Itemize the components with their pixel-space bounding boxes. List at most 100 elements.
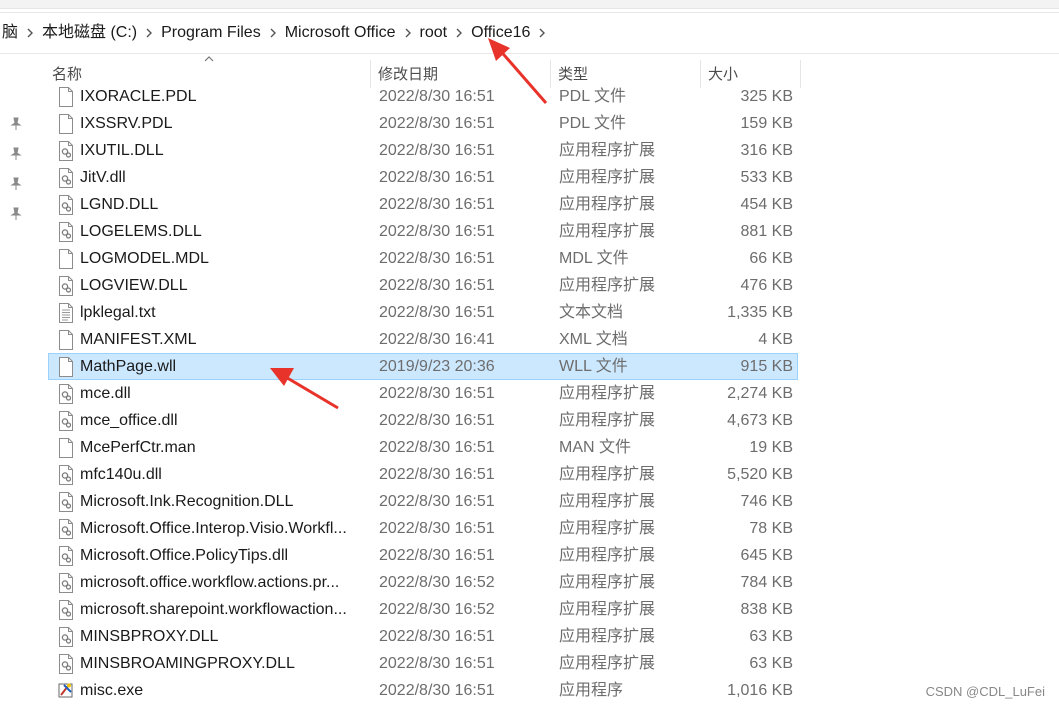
breadcrumb-root[interactable]: root [417,19,451,47]
file-name[interactable]: microsoft.sharepoint.workflowaction... [80,597,365,622]
dll-file-icon [59,384,73,404]
file-date: 2022/8/30 16:51 [379,547,495,564]
chevron-right-icon[interactable] [21,19,39,47]
file-name[interactable]: microsoft.office.workflow.actions.pr... [80,570,365,595]
file-row[interactable]: lpklegal.txt 2022/8/30 16:51 文本文档 1,335 KB [48,299,798,326]
file-row[interactable]: MINSBROAMINGPROXY.DLL 2022/8/30 16:51 应用程序… [48,650,798,677]
file-name[interactable]: MathPage.wll [80,354,365,379]
breadcrumb-microsoft-office[interactable]: Microsoft Office [282,19,399,47]
file-size: 1,016 KB [727,682,793,699]
watermark: CSDN @CDL_LuFei [925,684,1045,699]
pin-icon[interactable] [9,207,23,221]
file-name[interactable]: Microsoft.Ink.Recognition.DLL [80,489,365,514]
file-row[interactable]: LOGVIEW.DLL 2022/8/30 16:51 应用程序扩展 476 KB [48,272,798,299]
file-name[interactable]: JitV.dll [80,165,365,190]
file-row[interactable]: MANIFEST.XML 2022/8/30 16:41 XML 文档 4 KB [48,326,798,353]
generic-file-icon [59,114,73,134]
address-bar[interactable]: 脑 本地磁盘 (C:) Program Files Microsoft Offi… [0,12,1059,54]
file-name[interactable]: IXORACLE.PDL [80,84,365,109]
file-row[interactable]: Microsoft.Office.PolicyTips.dll 2022/8/30… [48,542,798,569]
file-row[interactable]: mfc140u.dll 2022/8/30 16:51 应用程序扩展 5,520 KB [48,461,798,488]
file-name[interactable]: IXSSRV.PDL [80,111,365,136]
file-date: 2022/8/30 16:51 [379,196,495,213]
file-row[interactable]: IXUTIL.DLL 2022/8/30 16:51 应用程序扩展 316 KB [48,137,798,164]
pin-icon[interactable] [9,117,23,131]
pin-icon[interactable] [9,147,23,161]
dll-file-icon [59,492,73,512]
chevron-right-icon[interactable] [140,19,158,47]
file-date: 2022/8/30 16:52 [379,574,495,591]
chevron-right-icon[interactable] [533,19,551,47]
file-row[interactable]: IXORACLE.PDL 2022/8/30 16:51 PDL 文件 325 KB [48,83,798,110]
generic-file-icon [59,249,73,269]
file-name[interactable]: LGND.DLL [80,192,365,217]
file-date: 2022/8/30 16:51 [379,88,495,105]
file-row[interactable]: microsoft.sharepoint.workflowaction... 20… [48,596,798,623]
file-name[interactable]: MINSBROAMINGPROXY.DLL [80,651,365,676]
pin-icon[interactable] [9,177,23,191]
file-name[interactable]: IXUTIL.DLL [80,138,365,163]
chevron-right-icon[interactable] [264,19,282,47]
file-row[interactable]: LOGMODEL.MDL 2022/8/30 16:51 MDL 文件 66 KB [48,245,798,272]
file-name[interactable]: misc.exe [80,678,365,703]
chevron-right-icon[interactable] [399,19,417,47]
file-name[interactable]: MINSBPROXY.DLL [80,624,365,649]
file-name[interactable]: lpklegal.txt [80,300,365,325]
file-row[interactable]: misc.exe 2022/8/30 16:51 应用程序 1,016 KB [48,677,798,704]
file-name[interactable]: LOGVIEW.DLL [80,273,365,298]
file-name[interactable]: Microsoft.Office.Interop.Visio.Workfl... [80,516,365,541]
breadcrumb-office16[interactable]: Office16 [468,19,533,47]
file-date: 2022/8/30 16:51 [379,142,495,159]
dll-file-icon [59,141,73,161]
file-name[interactable]: mce.dll [80,381,365,406]
file-date: 2022/8/30 16:51 [379,223,495,240]
file-size: 746 KB [740,493,793,510]
file-name[interactable]: LOGELEMS.DLL [80,219,365,244]
file-row[interactable]: McePerfCtr.man 2022/8/30 16:51 MAN 文件 19 KB [48,434,798,461]
file-date: 2019/9/23 20:36 [379,358,495,375]
file-size: 159 KB [740,115,793,132]
dll-file-icon [59,222,73,242]
file-size: 645 KB [740,547,793,564]
file-date: 2022/8/30 16:51 [379,385,495,402]
file-row[interactable]: microsoft.office.workflow.actions.pr... 2… [48,569,798,596]
file-row[interactable]: Microsoft.Ink.Recognition.DLL 2022/8/30 1… [48,488,798,515]
file-size: 533 KB [740,169,793,186]
breadcrumb-this-pc[interactable]: 脑 [0,19,21,47]
dll-file-icon [59,654,73,674]
file-name[interactable]: MANIFEST.XML [80,327,365,352]
generic-file-icon [59,357,73,377]
file-size: 5,520 KB [727,466,793,483]
file-date: 2022/8/30 16:51 [379,250,495,267]
file-date: 2022/8/30 16:51 [379,304,495,321]
file-row[interactable]: JitV.dll 2022/8/30 16:51 应用程序扩展 533 KB [48,164,798,191]
file-row[interactable]: LGND.DLL 2022/8/30 16:51 应用程序扩展 454 KB [48,191,798,218]
file-date: 2022/8/30 16:51 [379,412,495,429]
file-row[interactable]: IXSSRV.PDL 2022/8/30 16:51 PDL 文件 159 KB [48,110,798,137]
file-size: 4 KB [758,331,793,348]
breadcrumb-program-files[interactable]: Program Files [158,19,264,47]
file-date: 2022/8/30 16:51 [379,655,495,672]
file-date: 2022/8/30 16:52 [379,601,495,618]
file-name[interactable]: Microsoft.Office.PolicyTips.dll [80,543,365,568]
file-list: 名称 修改日期 类型 大小 IXORACLE.PDL 2022/8/30 16:5… [48,56,808,699]
navigation-pane [0,53,36,707]
file-row[interactable]: Microsoft.Office.Interop.Visio.Workfl...… [48,515,798,542]
file-row[interactable]: MINSBPROXY.DLL 2022/8/30 16:51 应用程序扩展 63 KB [48,623,798,650]
file-name[interactable]: mfc140u.dll [80,462,365,487]
file-name[interactable]: LOGMODEL.MDL [80,246,365,271]
file-size: 325 KB [740,88,793,105]
breadcrumb-local-disk[interactable]: 本地磁盘 (C:) [39,19,140,47]
file-name[interactable]: mce_office.dll [80,408,365,433]
file-row[interactable]: LOGELEMS.DLL 2022/8/30 16:51 应用程序扩展 881 KB [48,218,798,245]
dll-file-icon [59,519,73,539]
dll-file-icon [59,600,73,620]
file-date: 2022/8/30 16:51 [379,439,495,456]
file-size: 2,274 KB [727,385,793,402]
file-row[interactable]: mce_office.dll 2022/8/30 16:51 应用程序扩展 4,673… [48,407,798,434]
chevron-right-icon[interactable] [450,19,468,47]
file-row-selected[interactable]: MathPage.wll 2019/9/23 20:36 WLL 文件 915 KB [48,353,798,380]
file-row[interactable]: mce.dll 2022/8/30 16:51 应用程序扩展 2,274 KB [48,380,798,407]
file-date: 2022/8/30 16:51 [379,169,495,186]
file-name[interactable]: McePerfCtr.man [80,435,365,460]
